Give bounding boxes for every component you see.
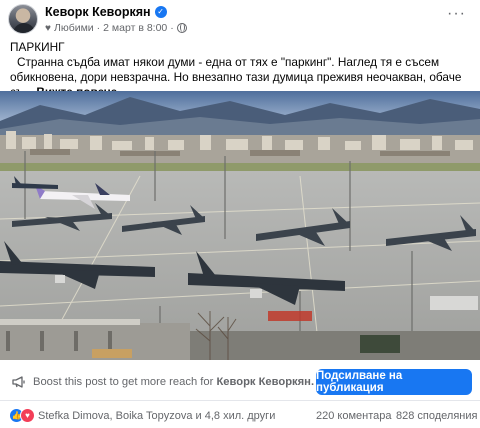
post-footer: 👍 ♥ Stefka Dimova, Boika Topyzova и 4,8 … xyxy=(0,404,480,428)
megaphone-icon xyxy=(12,376,25,388)
audience-label[interactable]: Любими xyxy=(54,22,94,34)
divider xyxy=(0,400,480,401)
post-photo[interactable] xyxy=(0,91,480,360)
love-reaction-icon: ♥ xyxy=(20,408,35,423)
post-title: ПАРКИНГ xyxy=(10,40,65,54)
more-options-icon[interactable]: ··· xyxy=(447,6,466,22)
globe-icon[interactable] xyxy=(176,23,187,33)
reaction-icons[interactable]: 👍 ♥ xyxy=(9,408,35,423)
meta-separator: · xyxy=(96,22,101,34)
boost-post-button[interactable]: Подсилване на публикация xyxy=(316,369,472,395)
boost-prefix: Boost this post to get more reach for xyxy=(33,376,214,388)
post-timestamp[interactable]: 2 март в 8:00 xyxy=(103,22,167,34)
reacted-by-text[interactable]: Stefka Dimova, Boika Topyzova и 4,8 хил.… xyxy=(38,410,275,422)
author-avatar[interactable] xyxy=(8,4,38,34)
meta-separator: · xyxy=(170,22,174,34)
heart-icon: ♥ xyxy=(45,22,51,34)
verified-badge-icon: ✓ xyxy=(154,6,167,18)
author-row: Кеворк Кеворкян ✓ xyxy=(45,5,167,19)
author-name[interactable]: Кеворк Кеворкян xyxy=(45,5,151,19)
comments-count[interactable]: 220 коментара xyxy=(316,410,392,422)
post-meta: ♥ Любими · 2 март в 8:00 · xyxy=(45,22,187,34)
post-header: Кеворк Кеворкян ✓ ♥ Любими · 2 март в 8:… xyxy=(0,0,480,40)
boost-text: Boost this post to get more reach for Ке… xyxy=(33,376,314,388)
shares-count[interactable]: 828 споделяния xyxy=(396,410,477,422)
boost-page-name: Кеворк Кеворкян. xyxy=(216,376,315,388)
